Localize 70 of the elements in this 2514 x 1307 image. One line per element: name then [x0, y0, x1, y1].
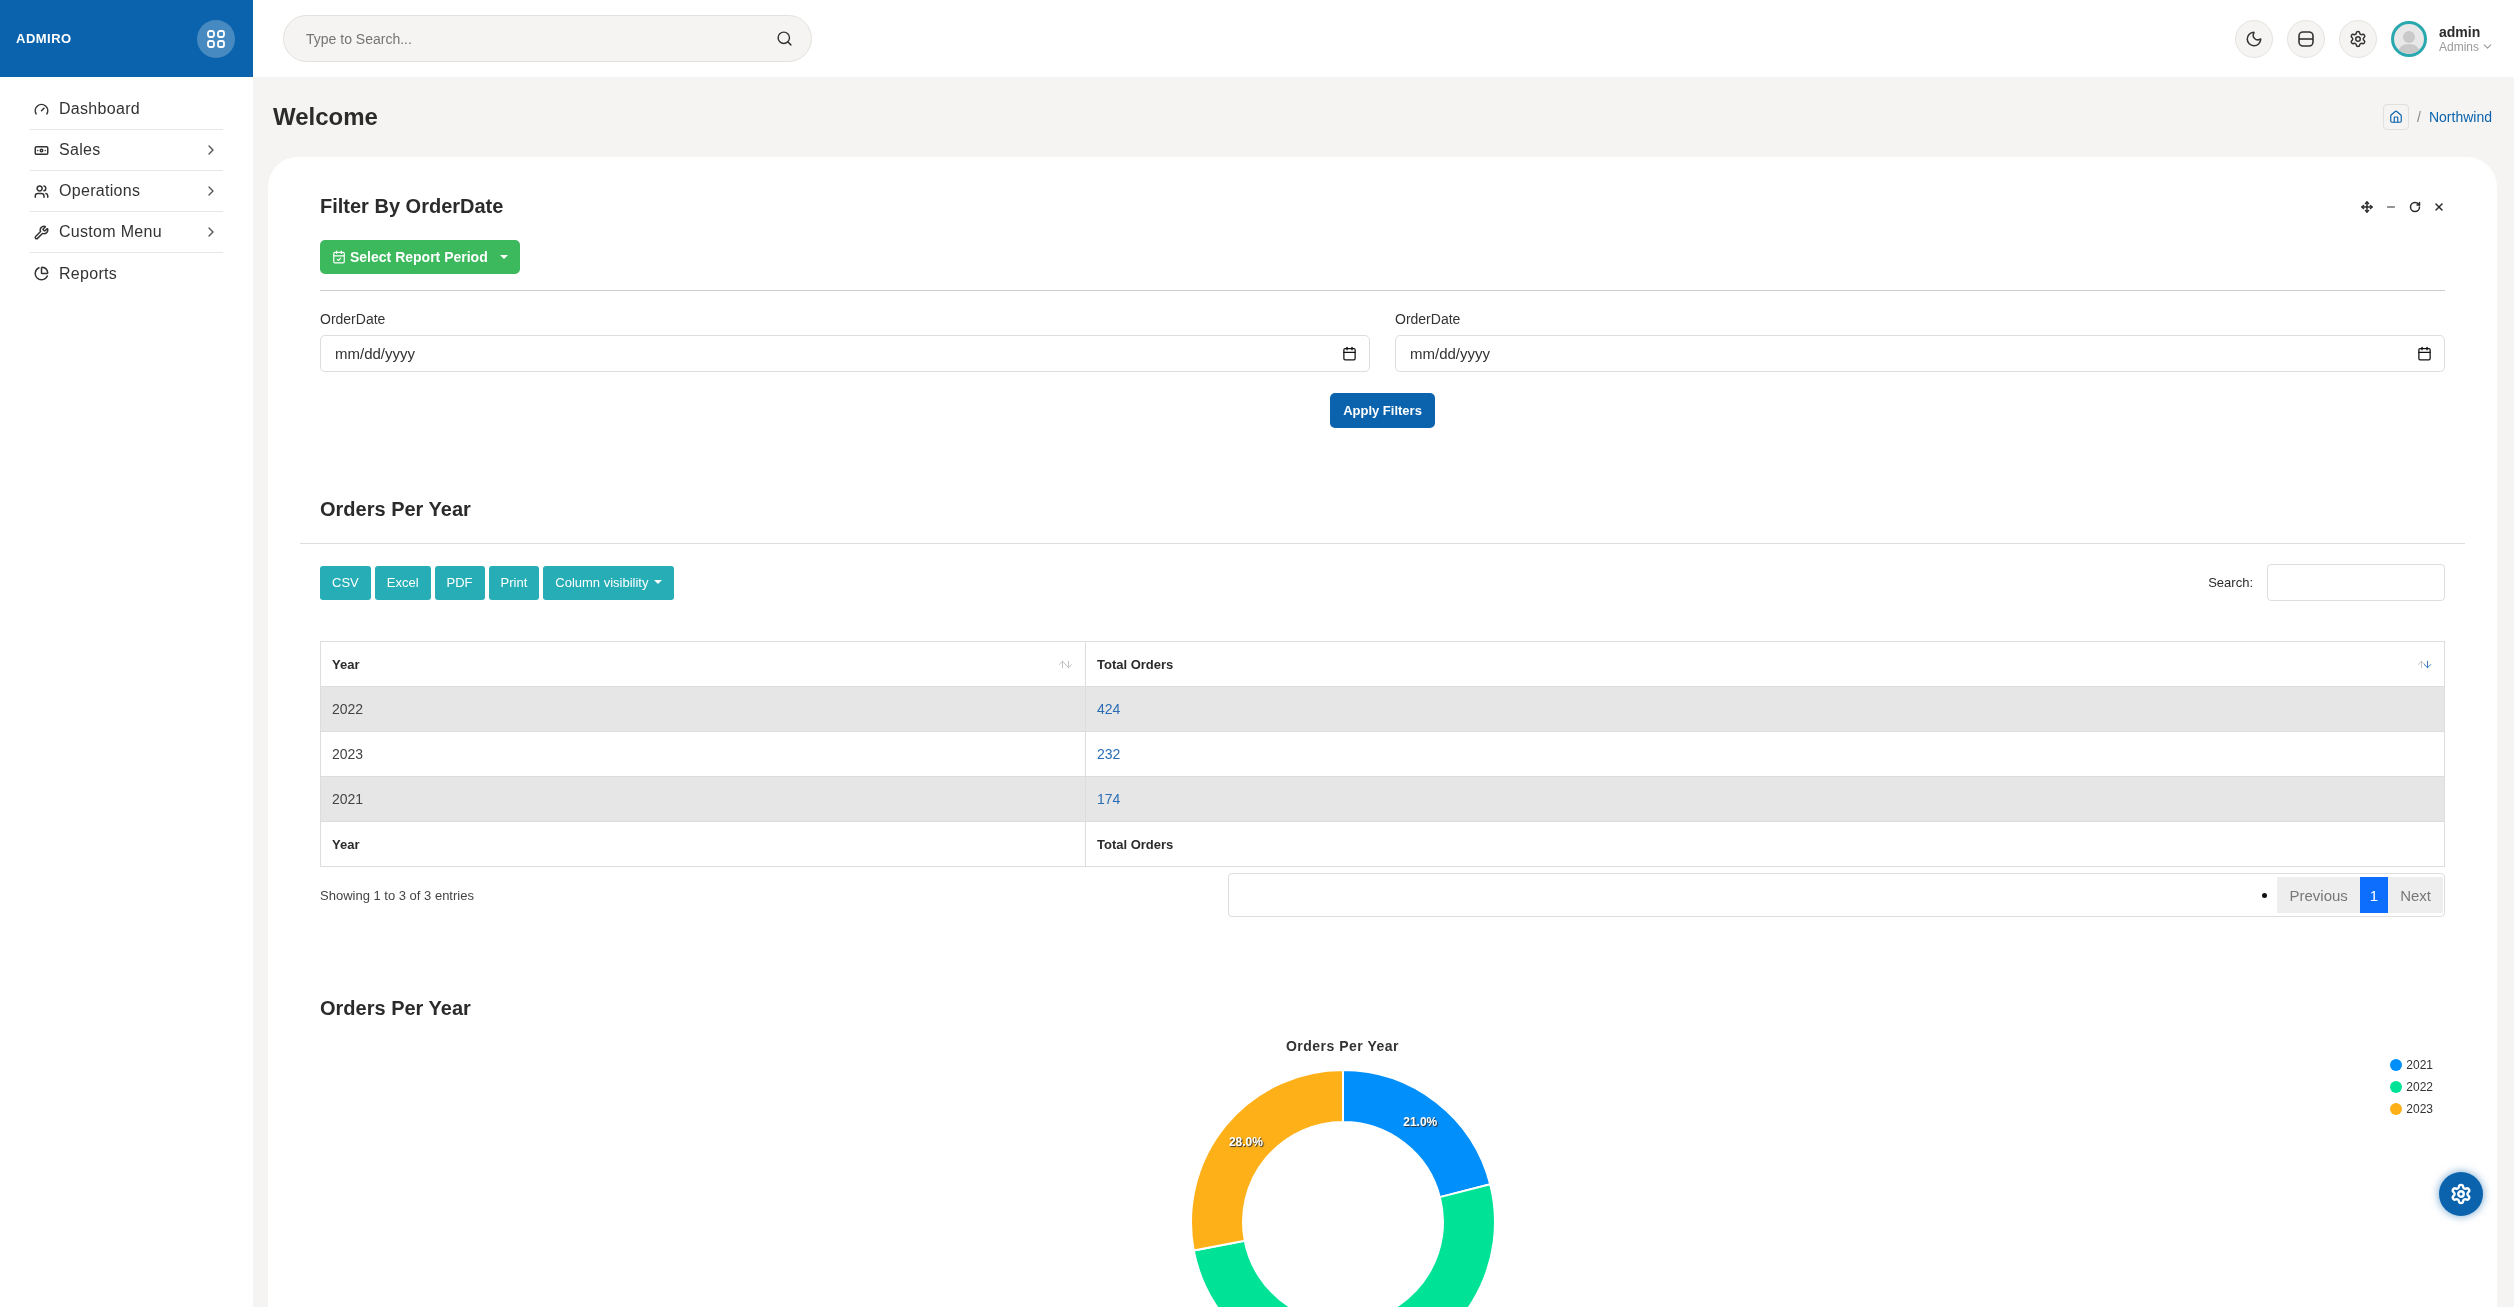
- moon-icon: [2245, 29, 2263, 48]
- column-header[interactable]: Year: [320, 641, 1086, 687]
- slice-label: 21.0%: [1402, 1115, 1437, 1130]
- sidebar-item-icon: [34, 224, 49, 240]
- legend-item[interactable]: 2022: [2390, 1080, 2433, 1094]
- search-field[interactable]: Type to Search...: [283, 15, 812, 62]
- page-title: Welcome: [273, 103, 378, 131]
- calendar-icon[interactable]: [2417, 346, 2432, 361]
- section-title: Orders Per Year: [320, 997, 472, 1020]
- sidebar-item-icon: [34, 183, 49, 199]
- expand-icon[interactable]: [2361, 200, 2373, 213]
- home-icon: [2389, 110, 2404, 124]
- apply-filters-button[interactable]: Apply Filters: [1330, 393, 1435, 428]
- sidebar-item[interactable]: Operations: [30, 171, 223, 212]
- caret-icon: [654, 580, 663, 585]
- search-input[interactable]: Type to Search...: [304, 23, 776, 54]
- breadcrumb-separator: /: [2417, 109, 2421, 125]
- table-cell: 2023: [320, 731, 1086, 777]
- sidebar-item-icon: [34, 101, 49, 117]
- legend-item[interactable]: 2021: [2390, 1058, 2433, 1072]
- legend-item[interactable]: 2023: [2390, 1102, 2433, 1116]
- calendar-icon[interactable]: [1342, 346, 1357, 361]
- sidebar-item[interactable]: Reports: [30, 253, 223, 294]
- sidebar-item[interactable]: Dashboard: [30, 89, 223, 130]
- field-label: OrderDate: [320, 311, 387, 327]
- section-title: Orders Per Year: [320, 498, 472, 521]
- table-cell: 2021: [320, 776, 1086, 822]
- sidebar-item[interactable]: Custom Menu: [30, 212, 223, 253]
- calendar-check-icon: [332, 250, 346, 264]
- date-field[interactable]: mm/dd/yyyy: [320, 335, 1370, 372]
- table-cell: 174: [1085, 776, 2445, 822]
- table-cell: 232: [1085, 731, 2445, 777]
- sidebar-item-icon: [34, 266, 49, 281]
- column-header[interactable]: Total Orders: [1085, 641, 2445, 687]
- caret-icon: [499, 255, 508, 259]
- logo: ADMIRO: [16, 31, 72, 46]
- grid-menu-button[interactable]: [197, 19, 235, 58]
- search-label: Search:: [2208, 575, 2253, 590]
- slice-label: 28.0%: [1228, 1134, 1263, 1149]
- breadcrumb-link[interactable]: Northwind: [2428, 109, 2492, 125]
- bullet-icon: [2262, 892, 2268, 898]
- settings-button[interactable]: [2339, 19, 2377, 58]
- footer-cell: Year: [320, 821, 1086, 867]
- field-label: OrderDate: [1395, 311, 1462, 327]
- table-cell: 2022: [320, 686, 1086, 732]
- date-field[interactable]: mm/dd/yyyy: [1395, 335, 2445, 372]
- footer-cell: Total Orders: [1085, 821, 2445, 867]
- column-label: Year: [332, 656, 360, 672]
- layout-button[interactable]: [2287, 19, 2325, 58]
- settings-icon: [2349, 29, 2367, 48]
- settings-icon: [2450, 1183, 2472, 1205]
- entries-info: Showing 1 to 3 of 3 entries: [320, 887, 474, 903]
- close-icon[interactable]: [2433, 200, 2445, 213]
- sidebar-item[interactable]: Sales: [30, 130, 223, 171]
- page-button[interactable]: Previous: [2277, 877, 2360, 913]
- refresh-icon[interactable]: [2409, 200, 2421, 213]
- chart-title: Orders Per Year: [1285, 1038, 1400, 1054]
- filter-title: Filter By OrderDate: [320, 195, 504, 218]
- search-icon: [776, 30, 793, 47]
- page-button[interactable]: Next: [2388, 877, 2443, 913]
- home-link[interactable]: [2383, 104, 2410, 130]
- user-name: admin: [2439, 23, 2482, 40]
- column-label: Total Orders: [1097, 656, 1174, 672]
- dark-mode-button[interactable]: [2235, 19, 2273, 58]
- layout-icon: [2297, 29, 2315, 48]
- table-cell: 424: [1085, 686, 2445, 732]
- table-search-field[interactable]: [2267, 564, 2445, 601]
- grid-icon: [207, 29, 225, 48]
- page-button[interactable]: 1: [2359, 877, 2389, 913]
- avatar[interactable]: [2391, 20, 2427, 57]
